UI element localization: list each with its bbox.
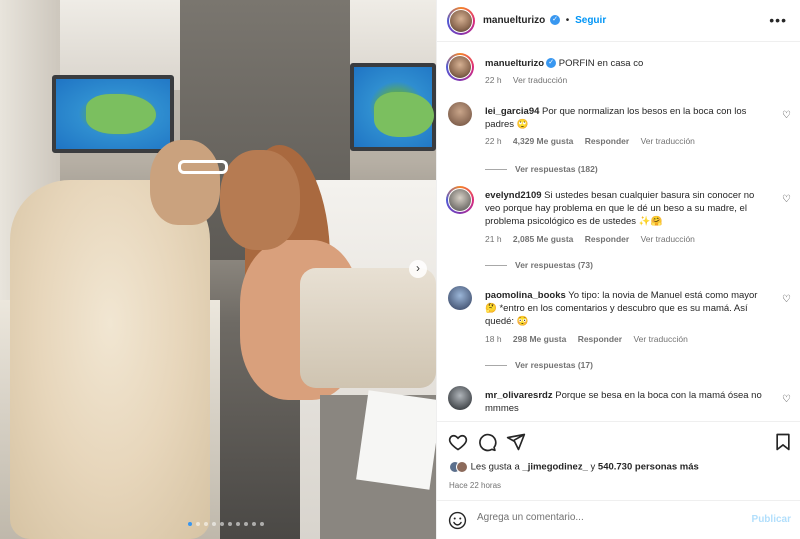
commenter-avatar[interactable] (448, 286, 472, 310)
likes-prefix: Les gusta a (470, 461, 523, 473)
comment-username[interactable]: mr_olivaresrdz (485, 390, 553, 401)
follow-button[interactable]: Seguir (575, 15, 606, 26)
add-comment-bar: Publicar (437, 500, 800, 539)
translate-link[interactable]: Ver traducción (641, 234, 695, 244)
likes-summary: Les gusta a _jimegodinez_ y 540.730 pers… (449, 461, 699, 473)
emoji-icon[interactable] (448, 511, 467, 530)
comment-input[interactable] (477, 512, 737, 523)
publish-button[interactable]: Publicar (752, 514, 791, 525)
carousel-dot (204, 522, 208, 526)
likes-count[interactable]: 540.730 personas más (598, 462, 699, 473)
likes-and: y (587, 461, 598, 473)
caption-time: 22 h (485, 75, 502, 85)
comment-username[interactable]: evelynd2109 (485, 190, 542, 201)
comments-list[interactable]: manuelturizo ✓ PORFIN en casa co 22 h Ver… (437, 43, 800, 420)
post-actions (437, 421, 800, 459)
carousel-dot (244, 522, 248, 526)
comment-likes[interactable]: 298 Me gusta (513, 334, 566, 344)
commenter-avatar[interactable] (448, 386, 472, 410)
post-time: Hace 22 horas (449, 481, 502, 490)
map-screen-right (350, 63, 436, 151)
comment-time: 18 h (485, 334, 502, 344)
commenter-avatar[interactable] (446, 186, 474, 214)
bookmark-icon[interactable] (773, 432, 793, 452)
caption-avatar[interactable] (446, 53, 474, 81)
man-body (10, 180, 210, 539)
map-screen-left (52, 75, 174, 153)
view-replies[interactable]: Ver respuestas (17) (485, 360, 593, 370)
translate-link[interactable]: Ver traducción (633, 334, 687, 344)
comment-likes[interactable]: 4,329 Me gusta (513, 136, 573, 146)
carousel-dot (252, 522, 256, 526)
like-comment-icon[interactable]: ♡ (782, 110, 791, 121)
reply-button[interactable]: Responder (585, 234, 629, 244)
translate-link[interactable]: Ver traducción (641, 136, 695, 146)
glasses (178, 160, 228, 174)
like-comment-icon[interactable]: ♡ (782, 294, 791, 305)
post-image[interactable]: › (0, 0, 436, 539)
comment-time: 21 h (485, 234, 502, 244)
man-head (150, 140, 220, 225)
caption-body: PORFIN en casa co (558, 58, 644, 69)
author-username[interactable]: manuelturizo (483, 15, 545, 26)
caption-translate[interactable]: Ver traducción (513, 75, 567, 85)
caption-username[interactable]: manuelturizo (485, 58, 544, 69)
paper-sheet (356, 390, 436, 490)
reply-button[interactable]: Responder (578, 334, 622, 344)
carousel-dot (196, 522, 200, 526)
comment-icon[interactable] (477, 432, 497, 452)
heart-icon[interactable] (448, 432, 468, 452)
like-comment-icon[interactable]: ♡ (782, 194, 791, 205)
ellipsis-icon[interactable]: ••• (769, 12, 787, 28)
verified-icon: ✓ (550, 15, 561, 26)
reply-button[interactable]: Responder (585, 136, 629, 146)
post-header: manuelturizo ✓ • Seguir ••• (437, 0, 800, 42)
carousel-dots (188, 522, 264, 526)
likes-user[interactable]: _jimegodinez_ (522, 462, 587, 473)
view-replies[interactable]: Ver respuestas (73) (485, 260, 593, 270)
liker-avatar (456, 461, 468, 473)
share-icon[interactable] (506, 432, 526, 452)
carousel-dot (220, 522, 224, 526)
view-replies[interactable]: Ver respuestas (182) (485, 164, 598, 174)
comment-username[interactable]: lei_garcia94 (485, 106, 539, 117)
carousel-dot (260, 522, 264, 526)
verified-icon: ✓ (546, 58, 557, 69)
like-comment-icon[interactable]: ♡ (782, 394, 791, 405)
commenter-avatar[interactable] (448, 102, 472, 126)
post-details-panel: manuelturizo ✓ • Seguir ••• manuelturizo… (436, 0, 800, 539)
carousel-dot (212, 522, 216, 526)
caption-text: manuelturizo ✓ PORFIN en casa co (485, 57, 765, 70)
carousel-dot (236, 522, 240, 526)
comment-likes[interactable]: 2,085 Me gusta (513, 234, 573, 244)
woman-head (220, 150, 300, 250)
comment-username[interactable]: paomolina_books (485, 290, 566, 301)
carousel-next-icon[interactable]: › (409, 260, 427, 278)
carousel-dot (188, 522, 192, 526)
carousel-dot (228, 522, 232, 526)
comment-time: 22 h (485, 136, 502, 146)
handbag (300, 268, 436, 388)
author-avatar[interactable] (447, 7, 475, 35)
